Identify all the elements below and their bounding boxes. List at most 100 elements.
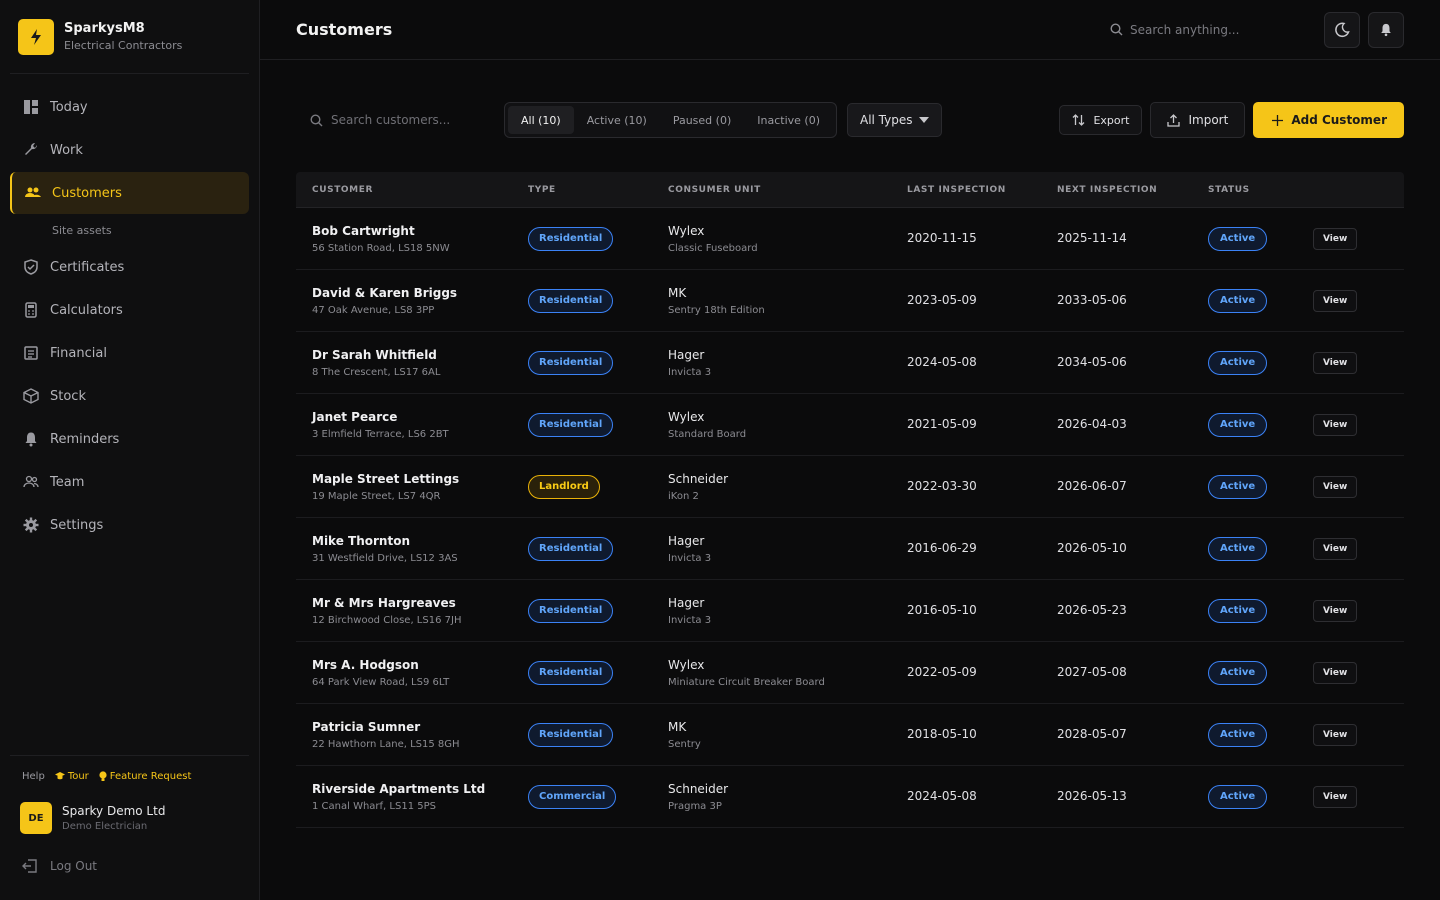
sidebar-item-financial[interactable]: Financial (10, 332, 249, 374)
table-row[interactable]: Maple Street Lettings 19 Maple Street, L… (296, 456, 1404, 518)
last-inspection-cell: 2024-05-08 (907, 789, 1057, 804)
app-root: SparkysM8 Electrical Contractors Today W… (0, 0, 1440, 900)
gear-icon (22, 516, 40, 534)
consumer-unit-brand: Hager (668, 595, 705, 610)
sidebar-item-label: Team (50, 474, 85, 490)
sidebar-item-calculators[interactable]: Calculators (10, 289, 249, 331)
status-cell: Active (1208, 536, 1313, 561)
tab-inactive[interactable]: Inactive (0) (744, 106, 833, 134)
type-badge: Residential (528, 288, 614, 313)
global-search-input[interactable]: Search anything... (1110, 23, 1310, 37)
top-bar: Customers Search anything... (260, 0, 1440, 60)
customer-search-input[interactable]: Search customers... (296, 102, 492, 138)
type-badge: Residential (528, 226, 614, 251)
customer-name[interactable]: Janet Pearce (312, 410, 528, 424)
add-customer-button[interactable]: Add Customer (1253, 102, 1404, 138)
sidebar-item-today[interactable]: Today (10, 86, 249, 128)
feature-request-label: Feature Request (109, 770, 192, 782)
view-button[interactable]: View (1313, 537, 1358, 560)
type-badge: Residential (528, 660, 614, 685)
table-row[interactable]: Janet Pearce 3 Elmfield Terrace, LS6 2BT… (296, 394, 1404, 456)
table-row[interactable]: Patricia Sumner 22 Hawthorn Lane, LS15 8… (296, 704, 1404, 766)
logout-button[interactable]: Log Out (10, 846, 249, 886)
sidebar-item-stock[interactable]: Stock (10, 375, 249, 417)
table-row[interactable]: Bob Cartwright 56 Station Road, LS18 5NW… (296, 208, 1404, 270)
table-row[interactable]: Mike Thornton 31 Westfield Drive, LS12 3… (296, 518, 1404, 580)
view-button[interactable]: View (1313, 413, 1358, 436)
export-button[interactable]: Export (1059, 105, 1143, 135)
customer-name[interactable]: Maple Street Lettings (312, 472, 528, 486)
consumer-unit-cell: MK Sentry 18th Edition (668, 286, 907, 316)
import-button[interactable]: Import (1150, 102, 1246, 138)
global-search-placeholder: Search anything... (1130, 22, 1240, 37)
column-header-customer[interactable]: CUSTOMER (296, 185, 528, 195)
sidebar-item-team[interactable]: Team (10, 461, 249, 503)
customers-table: CUSTOMER TYPE CONSUMER UNIT LAST INSPECT… (296, 172, 1404, 828)
view-button[interactable]: View (1313, 723, 1358, 746)
tab-active[interactable]: Active (10) (574, 106, 660, 134)
table-row[interactable]: Mrs A. Hodgson 64 Park View Road, LS9 6L… (296, 642, 1404, 704)
feature-request-link[interactable]: Feature Request (99, 770, 192, 782)
user-profile[interactable]: DE Sparky Demo Ltd Demo Electrician (10, 796, 249, 840)
type-filter-select[interactable]: All Types (846, 103, 942, 137)
table-row[interactable]: Dr Sarah Whitfield 8 The Crescent, LS17 … (296, 332, 1404, 394)
customer-name[interactable]: Mrs A. Hodgson (312, 658, 528, 672)
page-title: Customers (296, 20, 393, 39)
sidebar-item-label: Calculators (50, 302, 123, 318)
sidebar-item-settings[interactable]: Settings (10, 504, 249, 546)
column-header-next-inspection[interactable]: NEXT INSPECTION (1057, 185, 1208, 195)
moon-icon (1335, 22, 1350, 37)
tab-paused[interactable]: Paused (0) (660, 106, 744, 134)
view-button[interactable]: View (1313, 785, 1358, 808)
theme-toggle-button[interactable] (1324, 11, 1360, 48)
customer-name[interactable]: Dr Sarah Whitfield (312, 348, 528, 362)
sidebar-item-certificates[interactable]: Certificates (10, 246, 249, 288)
customer-name[interactable]: Mike Thornton (312, 534, 528, 548)
calculator-icon (22, 301, 40, 319)
add-customer-label: Add Customer (1291, 113, 1387, 127)
receipt-icon (22, 344, 40, 362)
column-header-consumer-unit[interactable]: CONSUMER UNIT (668, 185, 907, 195)
column-header-last-inspection[interactable]: LAST INSPECTION (907, 185, 1057, 195)
sidebar-item-label: Stock (50, 388, 86, 404)
sidebar-item-site-assets[interactable]: Site assets (10, 215, 249, 245)
shield-icon (22, 258, 40, 276)
consumer-unit-model: Classic Fuseboard (668, 242, 758, 254)
upload-icon (1167, 113, 1181, 127)
view-button[interactable]: View (1313, 475, 1358, 498)
view-button[interactable]: View (1313, 599, 1358, 622)
customer-cell: Dr Sarah Whitfield 8 The Crescent, LS17 … (296, 348, 528, 378)
last-inspection-date: 2021-05-09 (907, 417, 977, 431)
customer-name[interactable]: Mr & Mrs Hargreaves (312, 596, 528, 610)
help-link[interactable]: Help (22, 771, 45, 782)
type-badge: Residential (528, 536, 614, 561)
sidebar-item-reminders[interactable]: Reminders (10, 418, 249, 460)
consumer-unit-cell: Hager Invicta 3 (668, 596, 907, 626)
view-button[interactable]: View (1313, 289, 1358, 312)
sidebar-item-work[interactable]: Work (10, 129, 249, 171)
customer-cell: Riverside Apartments Ltd 1 Canal Wharf, … (296, 782, 528, 812)
customer-name[interactable]: Bob Cartwright (312, 224, 528, 238)
next-inspection-cell: 2026-05-10 (1057, 541, 1208, 556)
table-row[interactable]: Mr & Mrs Hargreaves 12 Birchwood Close, … (296, 580, 1404, 642)
customer-name[interactable]: David & Karen Briggs (312, 286, 528, 300)
tour-link[interactable]: Tour (54, 771, 89, 782)
column-header-type[interactable]: TYPE (528, 185, 668, 195)
table-row[interactable]: Riverside Apartments Ltd 1 Canal Wharf, … (296, 766, 1404, 828)
consumer-unit-model: Standard Board (668, 428, 747, 440)
view-button[interactable]: View (1313, 227, 1358, 250)
dashboard-icon (22, 98, 40, 116)
column-header-status[interactable]: STATUS (1208, 185, 1313, 195)
next-inspection-date: 2026-04-03 (1057, 417, 1127, 431)
sidebar-item-customers[interactable]: Customers (10, 172, 249, 214)
table-row[interactable]: David & Karen Briggs 47 Oak Avenue, LS8 … (296, 270, 1404, 332)
view-button[interactable]: View (1313, 351, 1358, 374)
notifications-button[interactable] (1368, 11, 1404, 48)
customer-name[interactable]: Patricia Sumner (312, 720, 528, 734)
tab-all[interactable]: All (10) (508, 106, 574, 134)
status-badge: Active (1208, 722, 1268, 747)
customer-name[interactable]: Riverside Apartments Ltd (312, 782, 528, 796)
brand[interactable]: SparkysM8 Electrical Contractors (10, 0, 249, 74)
view-button[interactable]: View (1313, 661, 1358, 684)
last-inspection-cell: 2024-05-08 (907, 355, 1057, 370)
